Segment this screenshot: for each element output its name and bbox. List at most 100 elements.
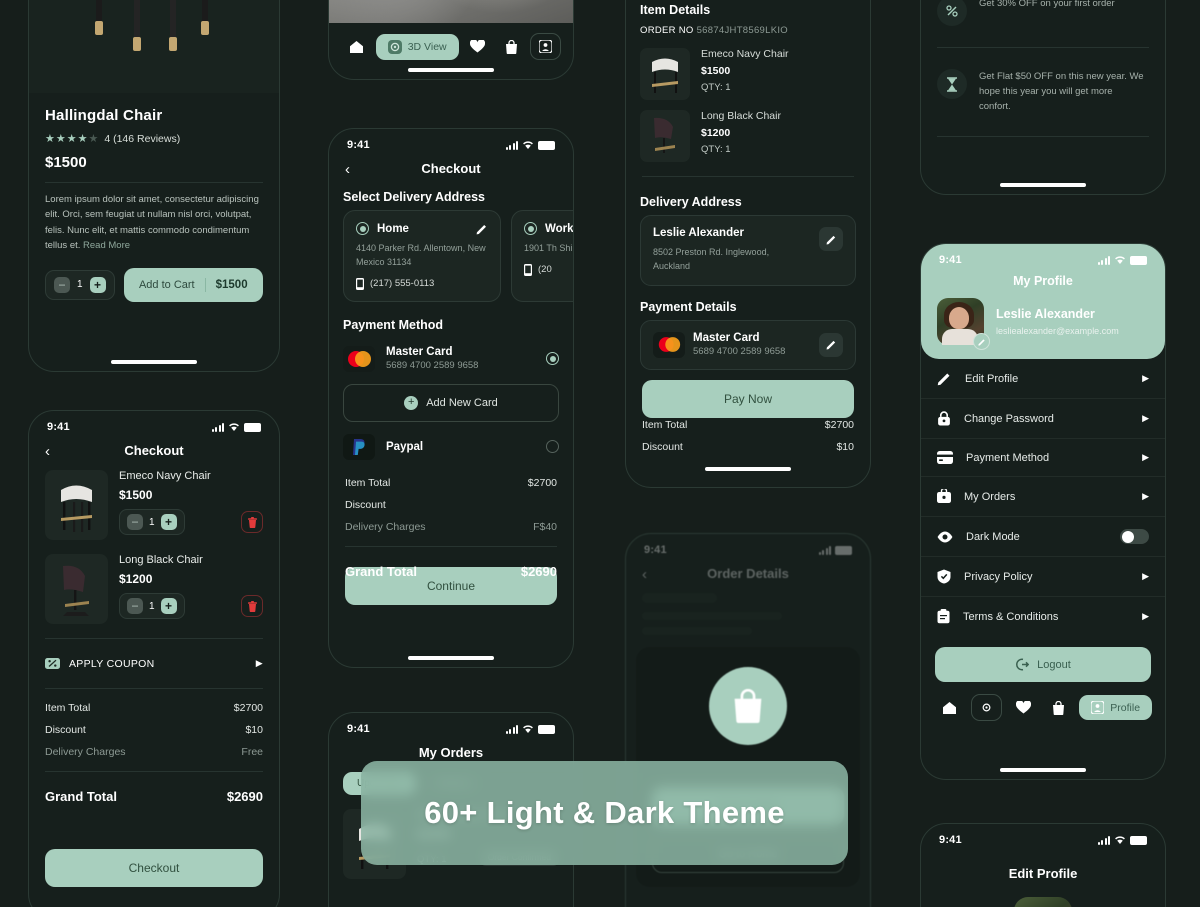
card-icon	[937, 451, 953, 464]
section-title-delivery: Delivery Address	[640, 195, 742, 209]
offer-row[interactable]: Get 30% OFF on your first order	[921, 0, 1165, 39]
tab-3d-view[interactable]: 3D View	[375, 33, 459, 60]
offer-row[interactable]: Get Flat $50 OFF on this new year. We ho…	[921, 56, 1165, 128]
summary-row: Delivery Charges F$40	[329, 516, 573, 538]
decrement-button[interactable]: −	[127, 598, 143, 614]
radio-selected-icon[interactable]	[356, 222, 369, 235]
address-carousel[interactable]: Home 4140 Parker Rd. Allentown, New Mexi…	[329, 210, 573, 302]
payment-option-mastercard[interactable]: Master Card 5689 4700 2589 9658	[329, 338, 573, 380]
summary-value: $10	[245, 724, 263, 736]
quantity-value: 1	[149, 516, 155, 528]
increment-button[interactable]: +	[89, 276, 106, 293]
nav-profile[interactable]: Profile	[1079, 695, 1153, 720]
pay-now-button[interactable]: Pay Now	[642, 379, 854, 418]
delete-button[interactable]	[241, 511, 263, 533]
divider	[45, 688, 263, 689]
increment-button[interactable]: +	[160, 598, 177, 614]
back-button[interactable]: ‹	[45, 444, 50, 459]
home-indicator	[1000, 183, 1086, 187]
tab-favorites[interactable]	[462, 34, 493, 59]
summary-label: Delivery Charges	[345, 520, 426, 533]
bottom-tab-bar: 3D View	[329, 23, 573, 60]
quantity-stepper[interactable]: − 1 +	[119, 509, 185, 535]
profile-email: lesliealexander@example.com	[996, 326, 1119, 336]
address-card-work[interactable]: Work 1901 Th Shiloh, (20	[511, 210, 573, 302]
product-rating: ★★★★★ 4 (146 Reviews)	[45, 132, 263, 146]
product-thumbnail	[45, 470, 108, 540]
status-time: 9:41	[347, 139, 370, 151]
tab-home[interactable]	[341, 34, 372, 60]
section-title-address: Select Delivery Address	[343, 190, 485, 204]
avatar[interactable]	[1014, 897, 1072, 907]
menu-item-privacy-policy[interactable]: Privacy Policy ▶	[921, 557, 1165, 597]
nav-favorites[interactable]	[1008, 695, 1039, 720]
status-time: 9:41	[939, 834, 962, 846]
quantity-stepper[interactable]: − 1 +	[119, 593, 185, 619]
placeholder-line	[642, 593, 717, 603]
tab-bag[interactable]	[497, 34, 526, 60]
apply-coupon-row[interactable]: APPLY COUPON ▶	[29, 647, 279, 680]
dark-mode-toggle[interactable]	[1120, 529, 1149, 544]
delete-button[interactable]	[241, 595, 263, 617]
grand-total-label: Grand Total	[345, 563, 417, 579]
quantity-stepper[interactable]: − 1 +	[45, 269, 115, 300]
status-bar: 9:41	[329, 713, 573, 737]
page-title: Checkout	[124, 443, 184, 458]
wifi-icon	[523, 141, 533, 149]
nav-bag[interactable]	[1044, 695, 1073, 721]
bag-icon	[1053, 700, 1065, 715]
nav-3d-view[interactable]	[970, 694, 1002, 721]
menu-item-terms-conditions[interactable]: Terms & Conditions ▶	[921, 597, 1165, 636]
divider	[937, 47, 1149, 48]
decrement-button[interactable]: −	[54, 276, 70, 293]
tab-3d-view-label: 3D View	[407, 40, 447, 53]
menu-item-edit-profile[interactable]: Edit Profile ▶	[921, 359, 1165, 399]
menu-item-dark-mode[interactable]: Dark Mode	[921, 517, 1165, 557]
wifi-icon	[1115, 836, 1125, 844]
edit-avatar-button[interactable]	[973, 333, 990, 350]
read-more-link[interactable]: Read More	[83, 240, 130, 251]
logout-button[interactable]: Logout	[935, 647, 1151, 682]
add-new-card-button[interactable]: + Add New Card	[343, 383, 559, 422]
edit-profile-screen: 9:41 Edit Profile	[920, 823, 1166, 907]
tab-profile[interactable]	[530, 33, 562, 60]
menu-item-my-orders[interactable]: My Orders ▶	[921, 477, 1165, 517]
add-to-cart-button[interactable]: Add to Cart $1500	[123, 267, 263, 302]
cart-row: Long Black Chair $1200 − 1 +	[29, 540, 279, 624]
signal-icon	[1097, 835, 1110, 845]
status-time: 9:41	[347, 723, 370, 735]
payment-option-paypal[interactable]: Paypal	[329, 426, 573, 468]
orders-icon	[937, 489, 951, 503]
nav-home[interactable]	[934, 695, 965, 721]
menu-item-payment-method[interactable]: Payment Method ▶	[921, 439, 1165, 477]
product-3d-view-screen: 3D View	[328, 0, 574, 80]
bag-success-icon	[709, 667, 787, 745]
battery-icon	[1130, 835, 1147, 845]
pencil-icon[interactable]	[476, 223, 488, 235]
divider	[642, 176, 854, 177]
radio-selected-icon[interactable]	[524, 222, 537, 235]
offers-screen: Get 30% OFF on your first order Get Flat…	[920, 0, 1166, 195]
back-button[interactable]: ‹	[345, 162, 350, 177]
trash-icon	[247, 600, 257, 612]
decrement-button[interactable]: −	[127, 514, 143, 530]
summary-label: Discount	[45, 724, 86, 736]
summary-value: $2700	[233, 702, 263, 714]
paypal-icon	[343, 433, 375, 460]
delivery-address-card: Leslie Alexander 8502 Preston Rd. Inglew…	[640, 215, 856, 286]
back-button[interactable]: ‹	[642, 567, 647, 582]
divider	[45, 638, 263, 639]
radio-selected-icon[interactable]	[546, 352, 559, 366]
avatar[interactable]	[937, 298, 990, 350]
address-card-home[interactable]: Home 4140 Parker Rd. Allentown, New Mexi…	[343, 210, 501, 302]
checkout-button[interactable]: Checkout	[45, 849, 263, 887]
chevron-right-icon: ▶	[1142, 571, 1149, 581]
address-phone-value: (217) 555-0113	[370, 278, 435, 290]
radio-unselected-icon[interactable]	[546, 440, 559, 454]
menu-item-change-password[interactable]: Change Password ▶	[921, 399, 1165, 439]
chevron-right-icon: ▶	[1142, 491, 1149, 501]
order-number-label: ORDER NO	[640, 25, 694, 36]
increment-button[interactable]: +	[160, 514, 177, 530]
edit-address-button[interactable]	[819, 227, 843, 251]
edit-payment-button[interactable]	[819, 332, 843, 357]
